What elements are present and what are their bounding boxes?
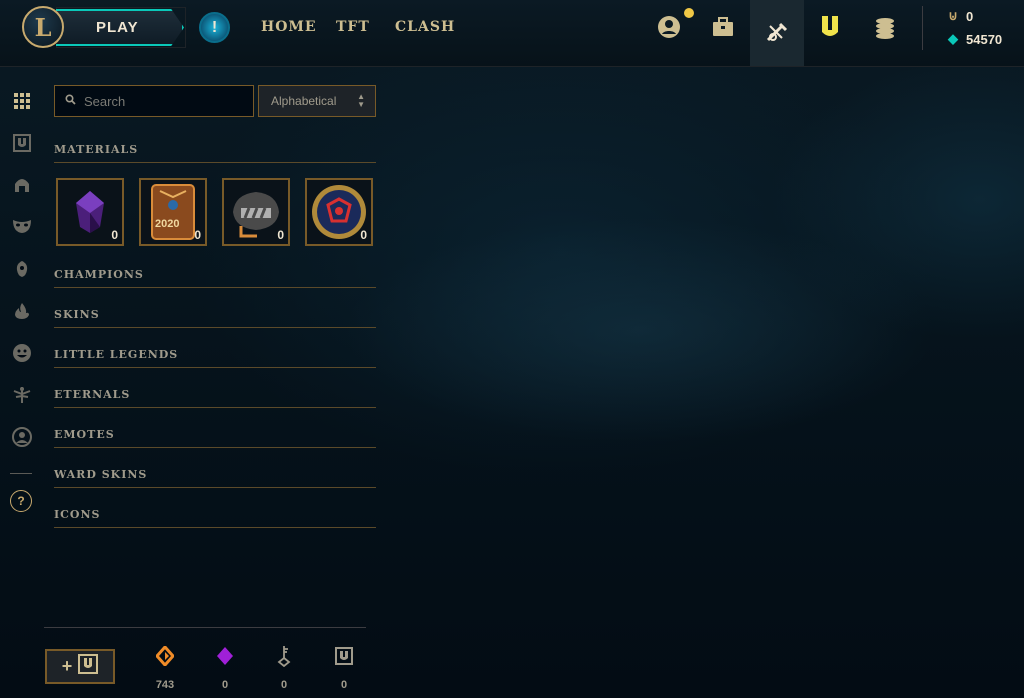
footer-divider bbox=[44, 627, 366, 628]
emblem-orb-icon bbox=[310, 183, 368, 241]
all-grid-icon[interactable] bbox=[11, 90, 33, 112]
loot-tokens-display: 0 bbox=[324, 645, 364, 691]
play-label: PLAY bbox=[96, 19, 139, 36]
mythic-essence-icon bbox=[205, 645, 245, 667]
riot-points-icon: ◆ bbox=[948, 31, 958, 46]
plus-icon: + bbox=[61, 656, 73, 676]
orange-essence-display: 743 bbox=[145, 645, 185, 691]
sort-dropdown[interactable]: Alphabetical ▲ ▼ bbox=[258, 85, 376, 117]
little-legends-icon[interactable] bbox=[11, 258, 33, 280]
help-icon[interactable]: ? bbox=[10, 490, 32, 512]
ward-skins-icon[interactable] bbox=[11, 384, 33, 406]
section-eternals[interactable]: ETERNALS bbox=[54, 388, 376, 408]
crafting-icon[interactable] bbox=[750, 0, 804, 66]
sort-selected-value: Alphabetical bbox=[271, 94, 337, 108]
league-logo-icon[interactable]: L bbox=[22, 6, 64, 48]
token-year-label: 2020 bbox=[155, 218, 180, 230]
section-champions[interactable]: CHAMPIONS bbox=[54, 268, 376, 288]
craft-loot-button[interactable]: + bbox=[45, 649, 115, 684]
keys-display: 0 bbox=[264, 645, 304, 691]
orange-essence-icon bbox=[145, 645, 185, 667]
section-skins[interactable]: SKINS bbox=[54, 308, 376, 328]
blue-essence-icon: ⊍ bbox=[948, 8, 958, 23]
riot-points-display: ◆ 54570 bbox=[948, 31, 1003, 47]
rail-separator bbox=[10, 473, 32, 474]
blue-essence-display: ⊍ 0 bbox=[946, 6, 973, 26]
loot-token-icon bbox=[324, 645, 364, 667]
section-ward-skins[interactable]: WARD SKINS bbox=[54, 468, 376, 488]
nav-home[interactable]: HOME bbox=[261, 19, 317, 35]
material-tile-crystal[interactable]: 0 bbox=[56, 178, 124, 246]
section-little-legends[interactable]: LITTLE LEGENDS bbox=[54, 348, 376, 368]
loot-chest-icon bbox=[78, 654, 99, 679]
nav-tft[interactable]: TFT bbox=[336, 19, 370, 35]
mythic-essence-display: 0 bbox=[205, 645, 245, 691]
section-materials[interactable]: MATERIALS bbox=[54, 143, 376, 163]
nav-clash[interactable]: CLASH bbox=[395, 19, 455, 35]
collection-icon[interactable] bbox=[708, 12, 738, 42]
search-input[interactable] bbox=[84, 93, 244, 109]
profile-icon[interactable] bbox=[654, 12, 684, 42]
section-emotes[interactable]: EMOTES bbox=[54, 428, 376, 448]
section-icons[interactable]: ICONS bbox=[54, 508, 376, 528]
alert-icon[interactable]: ! bbox=[199, 12, 230, 43]
token-card-icon bbox=[144, 183, 202, 241]
material-tile-chest[interactable]: 0 bbox=[222, 178, 290, 246]
topbar-divider bbox=[922, 6, 923, 50]
search-box[interactable] bbox=[54, 85, 254, 117]
emotes-face-icon[interactable] bbox=[11, 342, 33, 364]
sort-arrows-icon: ▲ ▼ bbox=[357, 92, 365, 109]
search-icon bbox=[65, 94, 76, 108]
materials-filter-icon[interactable] bbox=[11, 132, 33, 154]
material-tile-2020-token[interactable]: 2020 0 bbox=[139, 178, 207, 246]
notification-dot bbox=[684, 8, 694, 18]
material-tile-emblem[interactable]: 0 bbox=[305, 178, 373, 246]
chest-icon bbox=[227, 183, 285, 241]
icons-avatar-icon[interactable] bbox=[11, 426, 33, 448]
play-button[interactable]: PLAY bbox=[56, 9, 184, 46]
key-icon bbox=[264, 645, 304, 667]
store-coins-icon[interactable] bbox=[870, 12, 900, 42]
loot-icon[interactable] bbox=[815, 12, 845, 42]
champions-helmet-icon[interactable] bbox=[11, 174, 33, 196]
skins-mask-icon[interactable] bbox=[11, 215, 33, 237]
eternals-flame-icon[interactable] bbox=[11, 300, 33, 322]
purple-crystal-icon bbox=[61, 183, 119, 241]
